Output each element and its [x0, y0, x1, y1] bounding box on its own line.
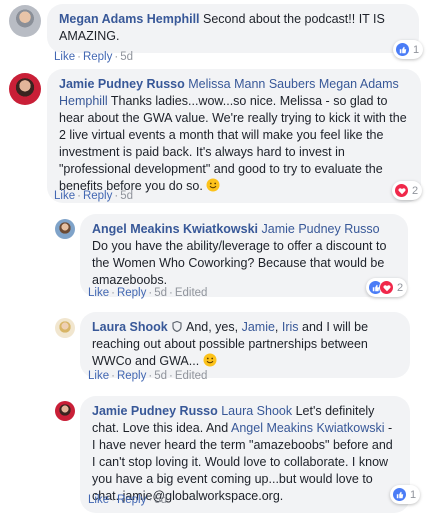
like-link[interactable]: Like: [88, 494, 109, 506]
comment-text: Thanks ladies...wow...so nice. Melissa -…: [59, 94, 407, 193]
avatar[interactable]: [55, 219, 75, 239]
mention-link[interactable]: Jamie: [242, 320, 275, 334]
comment-text-part: ,: [274, 320, 282, 334]
avatar[interactable]: [9, 73, 41, 105]
avatar[interactable]: [55, 318, 75, 338]
avatar[interactable]: [9, 5, 41, 37]
comment-text-part: And, yes,: [183, 320, 242, 334]
reaction-count: 2: [412, 184, 419, 197]
smile-emoji-icon: [203, 353, 217, 367]
mention-link[interactable]: Jamie Pudney Russo: [262, 222, 380, 236]
comment-bubble: Megan Adams Hemphill Second about the po…: [47, 4, 419, 53]
reply-link[interactable]: Reply: [83, 51, 112, 63]
mention-link[interactable]: Iris: [282, 320, 299, 334]
comment-bubble: Jamie Pudney Russo Melissa Mann Saubers …: [47, 69, 421, 203]
comment-actions: Like · Reply · 5d · Edited: [88, 287, 208, 299]
reactions-badge[interactable]: 2: [392, 181, 423, 200]
reaction-count: 2: [397, 281, 404, 294]
timestamp[interactable]: 5d: [120, 51, 133, 63]
mention-link[interactable]: Angel Meakins Kwiatkowski: [231, 421, 385, 435]
mention-link[interactable]: Laura Shook: [221, 404, 292, 418]
like-link[interactable]: Like: [54, 190, 75, 202]
mention-link[interactable]: Melissa Mann Saubers: [188, 77, 315, 91]
avatar[interactable]: [55, 401, 75, 421]
comment-actions: Like · Reply · 5d: [54, 51, 133, 63]
smile-emoji-icon: [206, 178, 220, 192]
like-link[interactable]: Like: [88, 287, 109, 299]
comment-actions: Like · Reply · 5d: [88, 494, 167, 506]
reply-link[interactable]: Reply: [117, 370, 146, 382]
admin-shield-icon: [172, 321, 182, 332]
reactions-badge[interactable]: 1: [393, 40, 424, 59]
author-link[interactable]: Jamie Pudney Russo: [92, 404, 218, 418]
timestamp[interactable]: 5d: [154, 370, 167, 382]
author-link[interactable]: Megan Adams Hemphill: [59, 12, 200, 26]
comment-actions: Like · Reply · 5d: [54, 190, 133, 202]
timestamp[interactable]: 5d: [154, 494, 167, 506]
love-icon: [379, 280, 394, 295]
like-link[interactable]: Like: [54, 51, 75, 63]
like-link[interactable]: Like: [88, 370, 109, 382]
reaction-count: 1: [413, 43, 420, 56]
reaction-count: 1: [410, 488, 417, 501]
timestamp[interactable]: 5d: [154, 287, 167, 299]
reply-link[interactable]: Reply: [117, 494, 146, 506]
like-icon: [395, 42, 410, 57]
comment-bubble: Angel Meakins Kwiatkowski Jamie Pudney R…: [80, 214, 408, 297]
author-link[interactable]: Angel Meakins Kwiatkowski: [92, 222, 258, 236]
edited-label[interactable]: Edited: [175, 370, 208, 382]
comment-bubble: Laura Shook And, yes, Jamie, Iris and I …: [80, 312, 410, 378]
timestamp[interactable]: 5d: [120, 190, 133, 202]
comment-text: Do you have the ability/leverage to offe…: [92, 239, 387, 287]
reactions-badge[interactable]: 1: [390, 485, 421, 504]
love-icon: [394, 183, 409, 198]
reply-link[interactable]: Reply: [117, 287, 146, 299]
reactions-badge[interactable]: 2: [366, 278, 408, 297]
reply-link[interactable]: Reply: [83, 190, 112, 202]
author-link[interactable]: Jamie Pudney Russo: [59, 77, 185, 91]
author-link[interactable]: Laura Shook: [92, 320, 168, 334]
edited-label[interactable]: Edited: [175, 287, 208, 299]
comment-actions: Like · Reply · 5d · Edited: [88, 370, 208, 382]
like-icon: [392, 487, 407, 502]
